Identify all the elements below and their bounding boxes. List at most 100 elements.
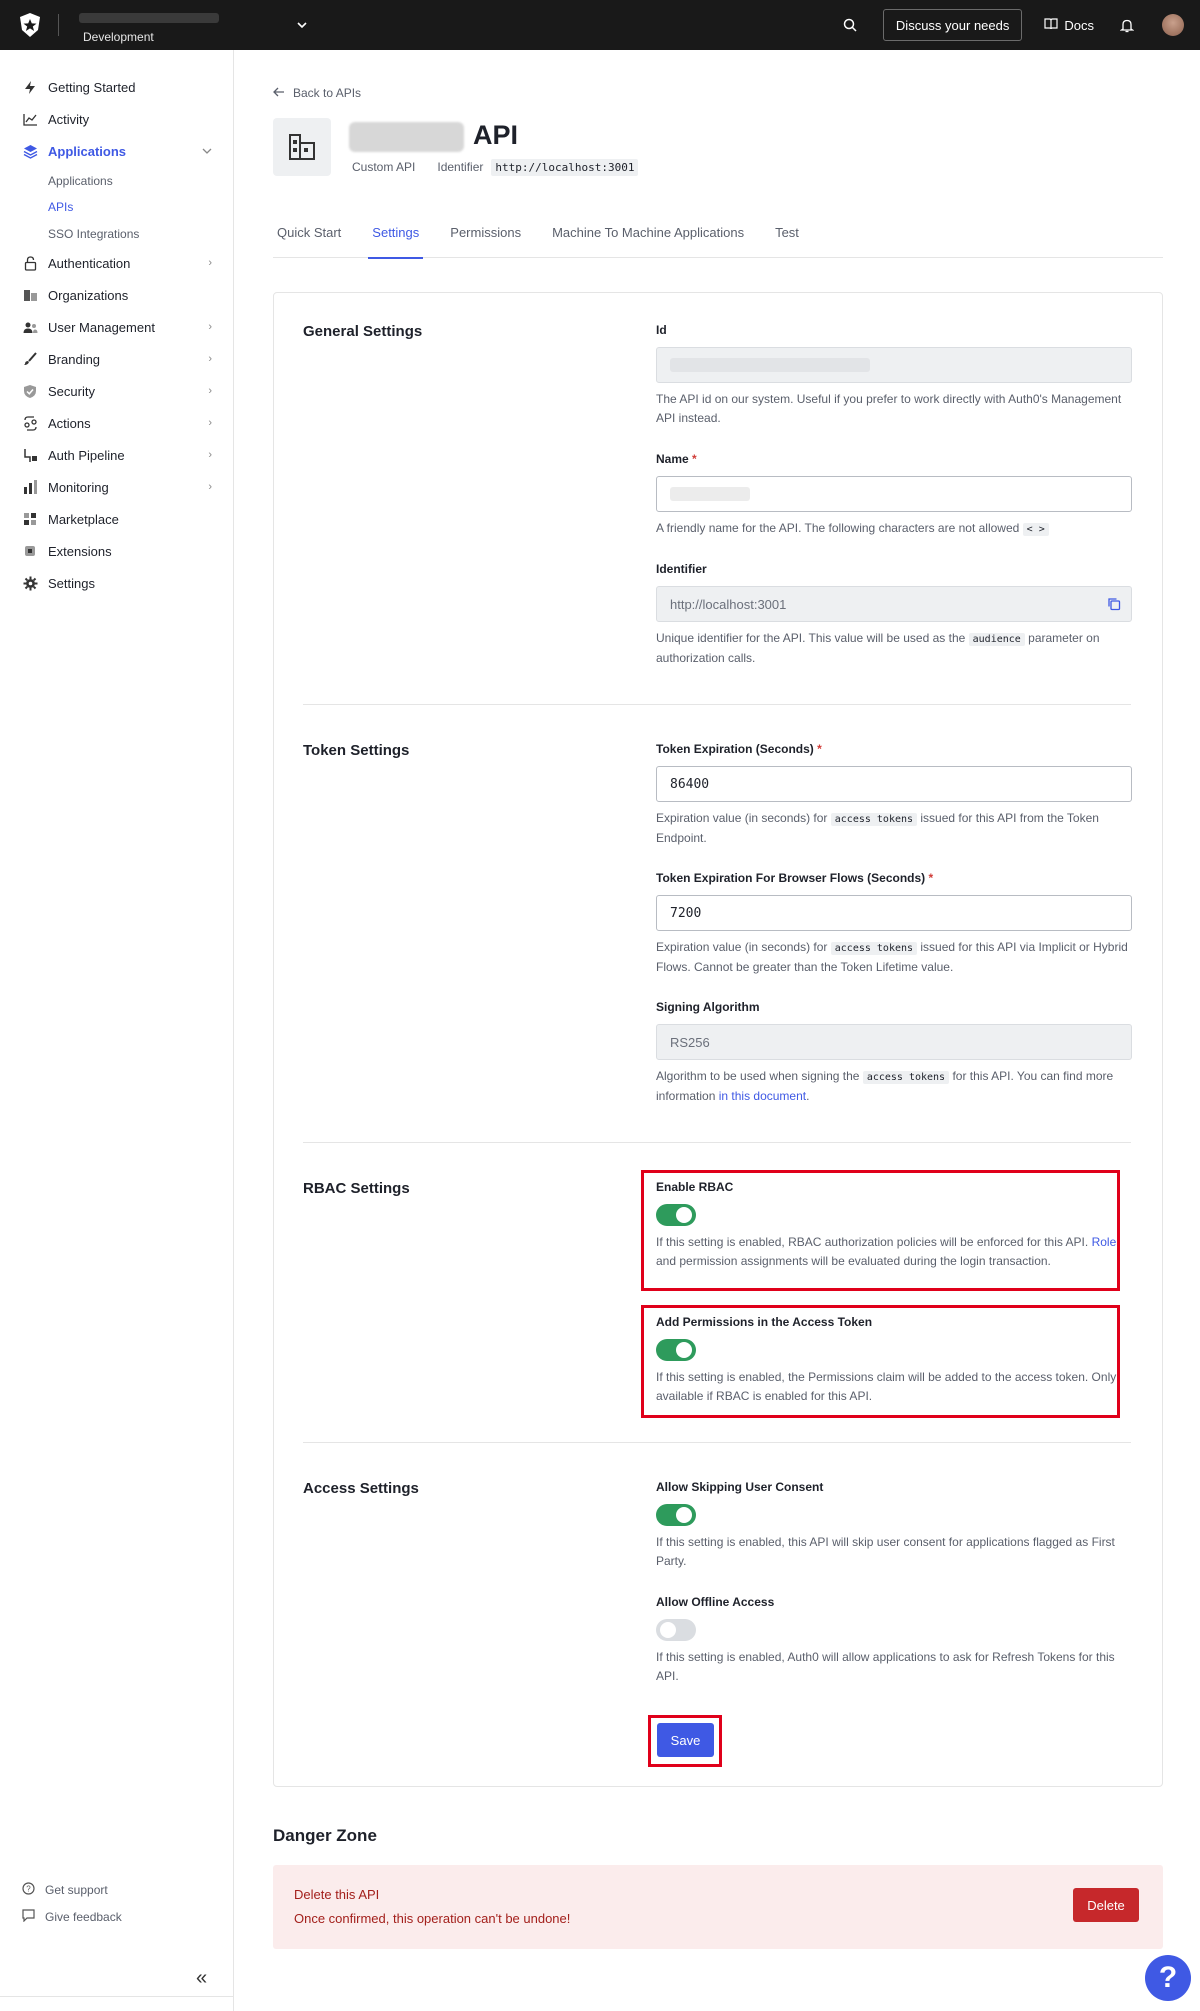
sidebar-item-label: User Management [48,319,155,335]
help-circle-icon: ? [22,1882,35,1898]
docs-link[interactable]: Docs [1044,18,1094,33]
get-support-label: Get support [45,1883,108,1897]
book-icon [1044,17,1058,33]
sidebar-item-label: Actions [48,415,91,431]
sidebar-item-label: Monitoring [48,479,109,495]
environment-label: Development [83,30,154,44]
sidebar-item-label: Activity [48,111,90,127]
chart-trend-icon [22,111,38,127]
help-button[interactable]: ? [1145,1955,1191,2001]
give-feedback-link[interactable]: Give feedback [22,1909,122,1925]
grid-plus-icon [22,511,38,527]
lightning-icon [22,79,38,95]
browser-expiration-label: Token Expiration For Browser Flows (Seco… [656,871,934,885]
name-label: Name * [656,452,697,466]
api-identifier: Identifier http://localhost:3001 [437,159,639,176]
users-icon [22,319,38,335]
copy-icon[interactable] [1107,597,1121,614]
docs-label: Docs [1064,17,1094,33]
sidebar-subitem-sso-integrations[interactable]: SSO Integrations [48,227,139,241]
sidebar-item-actions[interactable]: Actions › [22,411,212,435]
bar-chart-icon [22,479,38,495]
add-permissions-toggle[interactable] [656,1339,696,1361]
give-feedback-label: Give feedback [45,1910,122,1924]
token-expiration-help: Expiration value (in seconds) for access… [656,811,1099,845]
bell-icon[interactable] [1112,10,1142,40]
offline-access-label: Allow Offline Access [656,1595,775,1609]
back-to-apis-link[interactable]: Back to APIs [273,86,361,100]
sidebar-subitem-applications[interactable]: Applications [48,174,113,188]
sidebar-item-monitoring[interactable]: Monitoring › [22,475,212,499]
sidebar: Getting Started Activity Applications Ap… [0,50,234,2011]
add-permissions-label: Add Permissions in the Access Token [656,1315,873,1329]
save-button[interactable]: Save [657,1723,714,1757]
access-settings-title: Access Settings [303,1480,419,1497]
id-field [656,347,1132,383]
svg-text:?: ? [26,1885,31,1894]
layers-icon [22,143,38,159]
skip-consent-toggle[interactable] [656,1504,696,1526]
sidebar-item-auth-pipeline[interactable]: Auth Pipeline › [22,443,212,467]
rbac-settings-title: RBAC Settings [303,1180,410,1197]
sidebar-item-settings[interactable]: Settings [22,571,212,595]
identifier-help: Unique identifier for the API. This valu… [656,631,1100,665]
sidebar-item-label: Extensions [48,543,112,559]
sidebar-item-authentication[interactable]: Authentication › [22,251,212,275]
chevron-up-icon [202,145,212,157]
collapse-sidebar-icon[interactable]: « [196,1967,207,1990]
chevron-down-icon[interactable] [297,18,307,32]
sidebar-item-extensions[interactable]: Extensions [22,539,212,563]
api-meta: Custom API Identifier http://localhost:30… [352,159,639,176]
settings-card: General Settings Id The API id on our sy… [273,292,1163,1787]
tab-test[interactable]: Test [771,225,803,258]
identifier-label: Identifier [656,562,707,576]
danger-zone-title: Danger Zone [273,1826,377,1845]
sidebar-item-security[interactable]: Security › [22,379,212,403]
offline-access-toggle[interactable] [656,1619,696,1641]
chevron-right-icon: › [208,353,212,365]
sidebar-item-marketplace[interactable]: Marketplace [22,507,212,531]
name-field[interactable] [656,476,1132,512]
sidebar-item-getting-started[interactable]: Getting Started [22,75,212,99]
discuss-your-needs-button[interactable]: Discuss your needs [882,9,1023,41]
sidebar-item-organizations[interactable]: Organizations [22,283,212,307]
auth0-logo-icon[interactable] [16,11,44,39]
sidebar-item-user-management[interactable]: User Management › [22,315,212,339]
tab-permissions[interactable]: Permissions [446,225,525,258]
chat-bubble-icon [22,1909,35,1925]
sidebar-item-branding[interactable]: Branding › [22,347,212,371]
lock-icon [22,255,38,271]
tab-settings[interactable]: Settings [368,225,424,259]
token-expiration-field[interactable]: 86400 [656,766,1132,802]
enable-rbac-toggle[interactable] [656,1204,696,1226]
delete-button[interactable]: Delete [1073,1888,1139,1922]
api-type: Custom API [352,160,416,174]
divider [303,1442,1131,1443]
browser-expiration-help: Expiration value (in seconds) for access… [656,940,1128,974]
identifier-value: http://localhost:3001 [670,596,787,612]
sidebar-subitem-apis[interactable]: APIs [48,200,73,214]
sidebar-item-label: Auth Pipeline [48,447,125,463]
role-link[interactable]: Role [1092,1235,1117,1249]
shield-check-icon [22,383,38,399]
tenant-selector[interactable]: Development [77,5,227,45]
id-help: The API id on our system. Useful if you … [656,392,1122,425]
signing-algorithm-label: Signing Algorithm [656,1000,760,1014]
documentation-link[interactable]: in this document [719,1089,806,1103]
sidebar-item-label: Branding [48,351,101,367]
search-icon[interactable] [835,10,865,40]
divider [58,14,59,36]
get-support-link[interactable]: ? Get support [22,1882,108,1898]
delete-api-warning: Once confirmed, this operation can't be … [294,1911,571,1926]
general-settings-title: General Settings [303,323,423,340]
browser-expiration-field[interactable]: 7200 [656,895,1132,931]
sidebar-item-label: Applications [48,143,127,159]
sidebar-item-applications[interactable]: Applications [22,139,212,163]
sidebar-item-label: Getting Started [48,79,136,95]
sidebar-item-activity[interactable]: Activity [22,107,212,131]
page-title: API [473,120,519,150]
tab-quick-start[interactable]: Quick Start [273,225,345,258]
avatar[interactable] [1162,14,1184,36]
tab-machine-to-machine-applications[interactable]: Machine To Machine Applications [548,225,748,258]
arrow-left-icon [273,86,285,100]
